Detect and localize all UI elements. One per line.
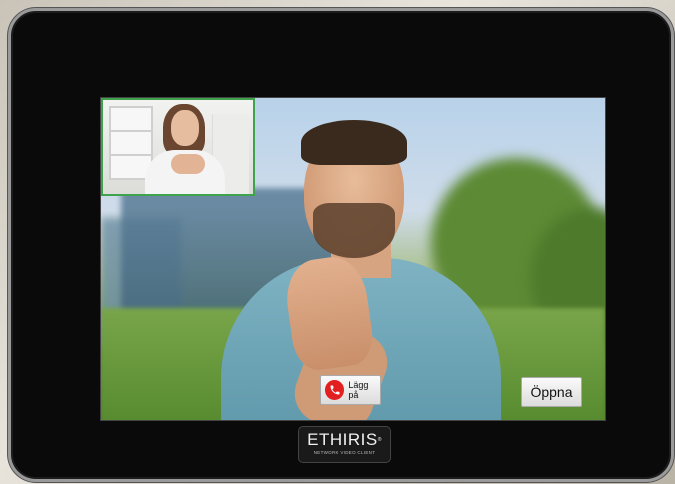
- logo-trademark: ®: [377, 437, 382, 443]
- video-screen: Lägg på Öppna: [100, 97, 606, 421]
- hangup-button-label: Lägg på: [348, 380, 369, 400]
- phone-hangup-icon: [325, 380, 345, 400]
- self-view-person-face: [171, 110, 199, 146]
- ethiris-logo: ETHIRIS® NETWORK VIDEO CLIENT: [298, 426, 391, 463]
- intercom-device: Lägg på Öppna ETHIRIS® NETWORK VIDEO CLI…: [8, 8, 674, 482]
- caller-hair: [301, 120, 407, 165]
- open-door-button-label: Öppna: [530, 384, 573, 400]
- caller-beard: [313, 203, 395, 258]
- logo-tagline: NETWORK VIDEO CLIENT: [313, 450, 376, 455]
- open-door-button[interactable]: Öppna: [521, 377, 582, 407]
- hangup-button[interactable]: Lägg på: [320, 375, 381, 405]
- logo-name-text: ETHIRIS: [307, 430, 378, 449]
- logo-name: ETHIRIS®: [299, 431, 390, 449]
- self-view-person-hands: [171, 154, 205, 174]
- self-view-video: [101, 98, 255, 196]
